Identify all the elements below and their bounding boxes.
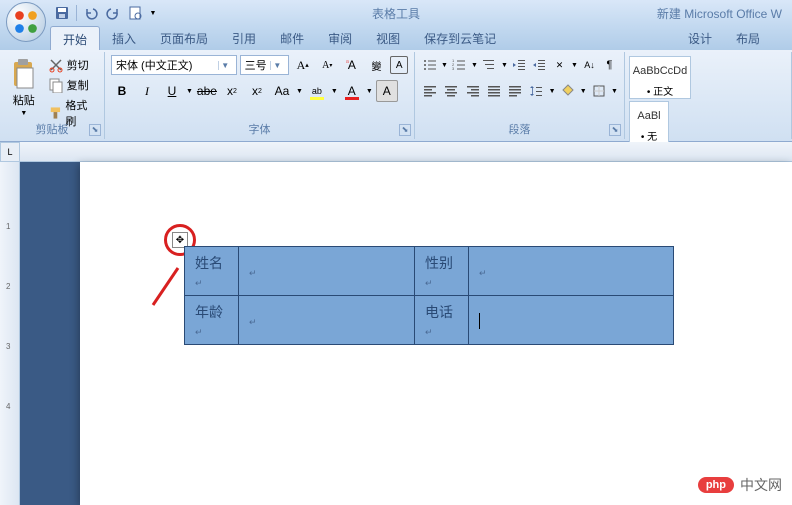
text-cursor <box>479 313 480 329</box>
table-cell[interactable] <box>469 296 674 345</box>
table-cell[interactable]: ↵ <box>239 296 415 345</box>
tab-home[interactable]: 开始 <box>50 26 100 50</box>
table-cell[interactable]: 电话↵ <box>415 296 469 345</box>
decrease-indent-button[interactable] <box>511 54 528 76</box>
ruler-corner[interactable]: L <box>0 142 20 162</box>
annotation-arrow <box>148 260 188 310</box>
paragraph-launcher[interactable]: ⬊ <box>609 124 621 136</box>
tab-insert[interactable]: 插入 <box>100 26 148 50</box>
cut-button[interactable]: 剪切 <box>46 56 98 74</box>
grow-font-button[interactable]: A▴ <box>292 54 314 76</box>
qat-redo[interactable] <box>103 3 123 23</box>
qat-undo[interactable] <box>81 3 101 23</box>
group-paragraph: ▼ 123 ▼ ▼ ✕ ▼ A↓ ¶ ▼ ▼ ▼ 段落 ⬊ <box>415 52 625 139</box>
show-marks-button[interactable]: ¶ <box>601 54 618 76</box>
font-size-combo[interactable]: 三号▼ <box>240 55 289 75</box>
superscript-button[interactable]: x2 <box>246 80 268 102</box>
shrink-font-button[interactable]: A▾ <box>317 54 339 76</box>
ribbon: 粘贴 ▼ 剪切 复制 格式刷 剪贴板 ⬊ 宋体 (中文正文)▼ 三号▼ A▴ A… <box>0 50 792 142</box>
clipboard-launcher[interactable]: ⬊ <box>89 124 101 136</box>
font-family-combo[interactable]: 宋体 (中文正文)▼ <box>111 55 237 75</box>
group-clipboard: 粘贴 ▼ 剪切 复制 格式刷 剪贴板 ⬊ <box>0 52 105 139</box>
watermark: php 中文网 <box>698 475 782 495</box>
clear-formatting-button[interactable]: Aᵃ <box>341 54 363 76</box>
bold-button[interactable]: B <box>111 80 133 102</box>
change-case-button[interactable]: Aa <box>271 80 293 102</box>
character-border-button[interactable]: A <box>390 56 408 74</box>
svg-text:3: 3 <box>452 66 455 71</box>
multilevel-list-button[interactable] <box>481 54 498 76</box>
document-area: ✥ 姓名↵ ↵ 性别↵ ↵ 年龄↵ ↵ 电话↵ <box>20 162 792 505</box>
group-label-paragraph: 段落 <box>415 121 624 137</box>
increase-indent-button[interactable] <box>531 54 548 76</box>
font-launcher[interactable]: ⬊ <box>399 124 411 136</box>
underline-button[interactable]: U <box>161 80 183 102</box>
table-cell[interactable]: 姓名↵ <box>185 247 239 296</box>
tab-references[interactable]: 引用 <box>220 26 268 50</box>
qat-save[interactable] <box>52 3 72 23</box>
qat-print-preview[interactable] <box>125 3 145 23</box>
title-bar: ▼ 表格工具 新建 Microsoft Office W <box>0 0 792 26</box>
group-label-font: 字体 <box>105 121 414 137</box>
character-shading-button[interactable]: A <box>376 80 398 102</box>
distributed-button[interactable] <box>506 80 524 102</box>
sort-button[interactable]: A↓ <box>581 54 598 76</box>
quick-access-toolbar: ▼ <box>52 3 159 23</box>
subscript-button[interactable]: x2 <box>221 80 243 102</box>
style-no-spacing[interactable]: AaBl • 无 <box>629 101 669 144</box>
align-right-button[interactable] <box>464 80 482 102</box>
table-row[interactable]: 年龄↵ ↵ 电话↵ <box>185 296 674 345</box>
tab-mailings[interactable]: 邮件 <box>268 26 316 50</box>
highlight-button[interactable]: ab <box>306 80 328 102</box>
vertical-ruler[interactable]: 1 2 3 4 <box>0 162 20 505</box>
document-table[interactable]: 姓名↵ ↵ 性别↵ ↵ 年龄↵ ↵ 电话↵ <box>184 246 674 345</box>
justify-button[interactable] <box>485 80 503 102</box>
strikethrough-button[interactable]: abe <box>196 80 218 102</box>
copy-button[interactable]: 复制 <box>46 76 98 94</box>
tab-table-layout[interactable]: 布局 <box>724 26 772 50</box>
group-styles: AaBbCcDd • 正文 AaBl • 无 <box>625 52 792 139</box>
table-row[interactable]: 姓名↵ ↵ 性别↵ ↵ <box>185 247 674 296</box>
paste-button[interactable]: 粘贴 ▼ <box>6 54 42 122</box>
asian-layout-button[interactable]: ✕ <box>551 54 568 76</box>
ribbon-tabs: 开始 插入 页面布局 引用 邮件 审阅 视图 保存到云笔记 设计 布局 <box>0 26 792 50</box>
context-tab-label: 表格工具 <box>372 5 420 22</box>
align-left-button[interactable] <box>421 80 439 102</box>
tab-save-cloud[interactable]: 保存到云笔记 <box>412 26 508 50</box>
font-color-button[interactable]: A <box>341 80 363 102</box>
shading-button[interactable] <box>559 80 577 102</box>
watermark-text: 中文网 <box>740 475 782 495</box>
tab-page-layout[interactable]: 页面布局 <box>148 26 220 50</box>
tab-table-design[interactable]: 设计 <box>676 26 724 50</box>
align-center-button[interactable] <box>442 80 460 102</box>
table-cell[interactable]: ↵ <box>239 247 415 296</box>
document-title: 新建 Microsoft Office W <box>657 5 782 22</box>
bullets-button[interactable] <box>421 54 438 76</box>
paste-label: 粘贴 <box>13 92 35 108</box>
table-cell[interactable]: ↵ <box>469 247 674 296</box>
tab-review[interactable]: 审阅 <box>316 26 364 50</box>
office-button[interactable] <box>6 2 46 42</box>
table-cell[interactable]: 性别↵ <box>415 247 469 296</box>
horizontal-ruler[interactable] <box>20 142 792 162</box>
numbering-button[interactable]: 123 <box>451 54 468 76</box>
qat-customize[interactable]: ▼ <box>147 3 159 23</box>
group-font: 宋体 (中文正文)▼ 三号▼ A▴ A▾ Aᵃ 變 A B I U ▼ abe … <box>105 52 415 139</box>
phonetic-guide-button[interactable]: 變 <box>366 54 388 76</box>
italic-button[interactable]: I <box>136 80 158 102</box>
line-spacing-button[interactable] <box>527 80 545 102</box>
php-badge: php <box>698 477 734 493</box>
borders-button[interactable] <box>590 80 608 102</box>
table-cell[interactable]: 年龄↵ <box>185 296 239 345</box>
style-normal[interactable]: AaBbCcDd • 正文 <box>629 56 691 99</box>
tab-view[interactable]: 视图 <box>364 26 412 50</box>
document-page[interactable]: ✥ 姓名↵ ↵ 性别↵ ↵ 年龄↵ ↵ 电话↵ <box>80 162 792 505</box>
